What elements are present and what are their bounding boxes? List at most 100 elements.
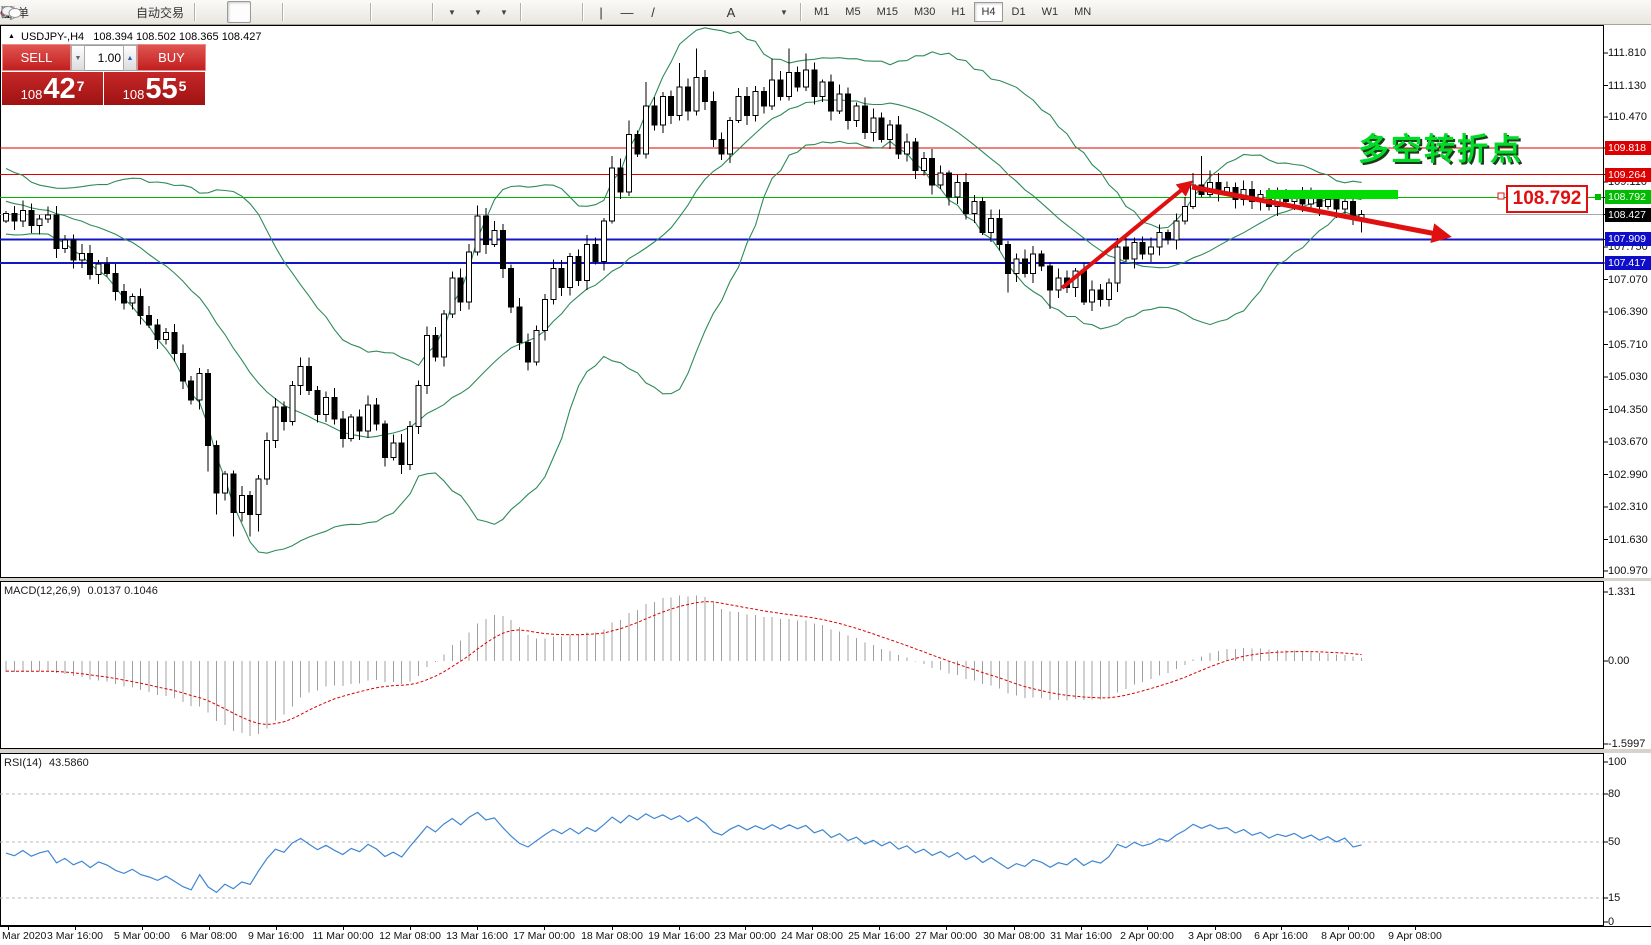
date-axis[interactable]: Mar 20203 Mar 16:005 Mar 00:006 Mar 08:0… [0,926,1651,945]
date-axis-label: 8 Apr 00:00 [1321,930,1375,942]
templates-icon[interactable]: ▼ [491,1,515,23]
price-axis-label: 111.130 [1608,79,1646,93]
price-axis-label: 102.990 [1608,468,1648,482]
volume-increase-button[interactable]: ▲ [123,45,137,71]
bar-chart-icon[interactable] [201,1,225,23]
date-axis-label: 3 Apr 08:00 [1188,930,1242,942]
price-axis-badge: 108.792 [1605,190,1651,204]
signal-icon[interactable] [105,1,129,23]
market-watch-icon[interactable] [79,1,103,23]
timeframes-icon[interactable]: ▼ [465,1,489,23]
volume-input[interactable] [85,45,123,71]
toolbar-separator [520,3,522,21]
toolbar-right-group [1582,1,1643,23]
tile-windows-icon[interactable] [341,1,365,23]
dropdown-caret: ▼ [500,8,508,17]
timeframe-button-M1[interactable]: M1 [807,2,836,22]
chat-icon[interactable] [1618,1,1642,23]
line-chart-icon[interactable] [253,1,277,23]
sell-price-prefix: 108 [21,87,43,102]
price-axis-label: 107.070 [1608,273,1648,287]
macd-indicator-label: MACD(12,26,9) 0.0137 0.1046 [4,585,158,597]
one-click-trading-panel: SELL ▼ ▲ BUY 108 42 7 108 55 5 [2,44,206,105]
arrows-tool-icon[interactable]: ▼ [771,1,795,23]
rsi-axis-label: 0 [1608,915,1614,929]
timeframe-button-H1[interactable]: H1 [944,2,972,22]
dropdown-caret: ▼ [474,8,482,17]
turning-point-annotation: 多空转折点 [1358,124,1523,169]
timeframe-button-H4[interactable]: H4 [974,2,1002,22]
date-axis-label: 5 Mar 00:00 [114,930,170,942]
date-axis-label: 9 Apr 08:00 [1388,930,1442,942]
price-level-flag[interactable]: 108.792 [1506,185,1588,213]
price-axis-badge: 109.818 [1605,141,1651,155]
zoom-in-icon[interactable] [289,1,313,23]
flag-anchor-square [1498,193,1504,199]
date-axis-label: 25 Mar 16:00 [848,930,910,942]
channel-tool-icon[interactable]: E [667,1,691,23]
trendline-tool-icon[interactable]: / [641,1,665,23]
date-axis-label: 6 Apr 16:00 [1254,930,1308,942]
price-axis-label: 102.310 [1608,500,1648,514]
timeframe-button-M30[interactable]: M30 [907,2,942,22]
toolbar-separator [432,3,434,21]
volume-decrease-button[interactable]: ▼ [71,45,85,71]
date-axis-label: 18 Mar 08:00 [581,930,643,942]
zoom-out-icon[interactable] [315,1,339,23]
symbol-ohlc: 108.394 108.502 108.365 108.427 [93,31,261,43]
rsi-axis-label: 50 [1608,835,1620,849]
price-axis-label: 105.030 [1608,370,1648,384]
highlight-zone-bar[interactable] [1266,190,1398,199]
candlestick-chart-icon[interactable] [227,1,251,23]
timeframe-button-W1[interactable]: W1 [1035,2,1066,22]
auto-trading-button[interactable]: 自动交易 [131,1,189,23]
rsi-title: RSI(14) [4,757,42,769]
sell-price-sup: 7 [77,78,85,94]
date-axis-label: 11 Mar 00:00 [312,930,373,942]
chart-shift-icon[interactable] [403,1,427,23]
date-axis-label: 31 Mar 16:00 [1050,930,1112,942]
dropdown-caret: ▼ [448,8,456,17]
timeframe-button-M15[interactable]: M15 [870,2,905,22]
horizontal-line-tool-icon[interactable]: — [615,1,639,23]
sell-button[interactable]: SELL [2,44,71,71]
buy-button[interactable]: BUY [137,44,206,71]
symbol-info: ▲ USDJPY-,H4 108.394 108.502 108.365 108… [8,31,261,43]
label-tool-icon[interactable]: T [745,1,769,23]
macd-pane-canvas[interactable] [0,581,1651,749]
date-axis-label: 19 Mar 16:00 [648,930,710,942]
price-axis-badge: 108.427 [1605,208,1651,222]
search-icon[interactable] [1583,1,1607,23]
price-axis-label: 111.810 [1608,46,1646,60]
history-center-icon[interactable] [53,1,77,23]
price-axis-label: 103.670 [1608,435,1648,449]
rsi-value: 43.5860 [49,757,89,769]
auto-scroll-icon[interactable] [377,1,401,23]
buy-price[interactable]: 108 55 5 [104,72,205,105]
indicators-icon[interactable]: ▼ [439,1,463,23]
toolbar-separator [194,3,196,21]
auto-trading-label: 自动交易 [136,4,184,21]
text-tool-icon[interactable]: A [719,1,743,23]
macd-values: 0.0137 0.1046 [87,585,157,597]
timeframe-switcher: M1M5M15M30H1H4D1W1MN [806,2,1099,22]
buy-price-prefix: 108 [123,87,145,102]
timeframe-button-D1[interactable]: D1 [1005,2,1033,22]
toolbar: 新订单 自动交易 [0,0,1651,25]
timeframe-button-M5[interactable]: M5 [838,2,867,22]
fibonacci-tool-icon[interactable]: F [693,1,717,23]
timeframe-button-MN[interactable]: MN [1067,2,1098,22]
crosshair-icon[interactable] [553,1,577,23]
vertical-line-tool-icon[interactable]: | [589,1,613,23]
main-chart-canvas[interactable] [0,25,1651,578]
cursor-icon[interactable] [527,1,551,23]
window-marker-icon: ▲ [8,33,15,40]
sell-price-big: 42 [43,75,75,104]
date-axis-label: 2 Apr 00:00 [1120,930,1174,942]
rsi-pane-canvas[interactable] [0,753,1651,926]
date-axis-label: 3 Mar 16:00 [47,930,103,942]
rsi-axis-label: 100 [1608,755,1626,769]
sell-price[interactable]: 108 42 7 [2,72,103,105]
buy-price-sup: 5 [179,78,187,94]
toolbar-separator [800,3,802,21]
